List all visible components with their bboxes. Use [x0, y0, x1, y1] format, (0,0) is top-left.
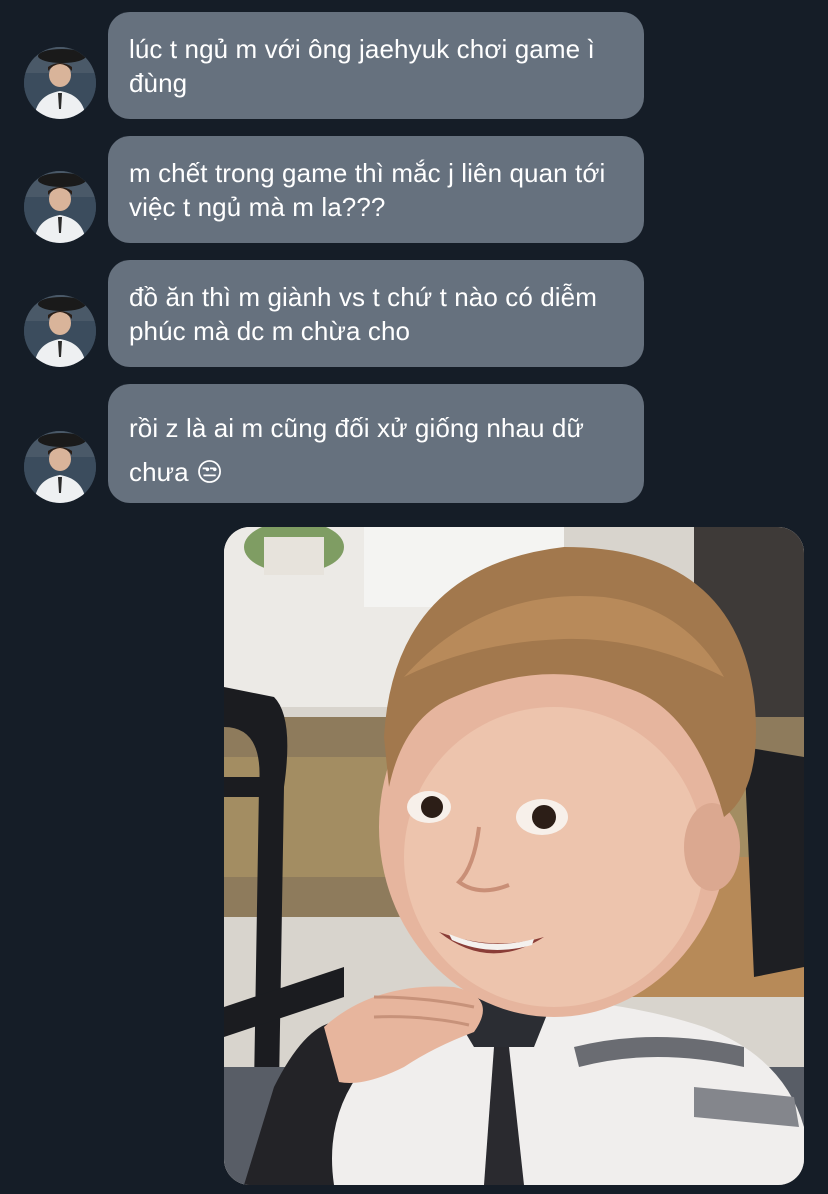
photo-image [224, 527, 804, 1185]
message-bubble[interactable]: đồ ăn thì m giành vs t chứ t nào có diễm… [108, 260, 644, 367]
chat-thread: lúc t ngủ m với ông jaehyuk chơi game ì … [0, 0, 828, 1194]
sent-photo[interactable] [224, 527, 804, 1185]
avatar[interactable] [24, 431, 96, 503]
message-bubble[interactable]: m chết trong game thì mắc j liên quan tớ… [108, 136, 644, 243]
message-bubble[interactable]: lúc t ngủ m với ông jaehyuk chơi game ì … [108, 12, 644, 119]
message-bubble[interactable]: rồi z là ai m cũng đối xử giống nhau dữ … [108, 384, 644, 503]
avatar[interactable] [24, 295, 96, 367]
avatar[interactable] [24, 47, 96, 119]
avatar[interactable] [24, 171, 96, 243]
